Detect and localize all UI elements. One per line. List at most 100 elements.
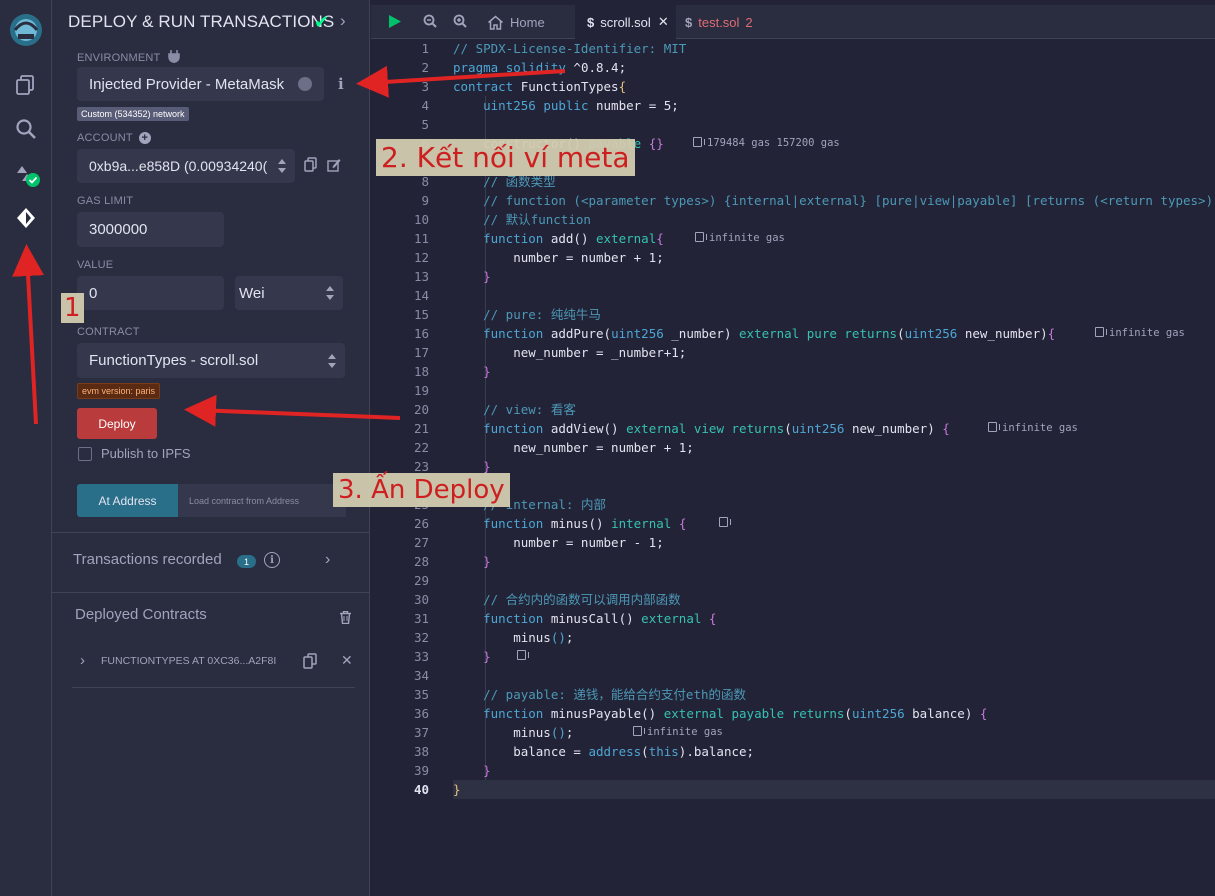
code-line: balance = address(this).balance; xyxy=(453,744,755,759)
code-line: } xyxy=(483,269,491,284)
trash-icon[interactable] xyxy=(340,611,351,624)
line-number: 21 xyxy=(413,421,429,436)
code-line: // view: 看客 xyxy=(483,402,576,417)
code-line: } xyxy=(483,554,491,569)
load-contract-address-input[interactable]: Load contract from Address xyxy=(178,484,346,517)
code-line: // pure: 纯纯牛马 xyxy=(483,307,601,322)
line-number: 22 xyxy=(413,440,429,455)
line-number: 33 xyxy=(413,649,429,664)
editor-tab-bar: Home $ scroll.sol ✕ $ test.sol 2 xyxy=(371,5,1215,39)
line-number: 37 xyxy=(413,725,429,740)
line-number: 35 xyxy=(413,687,429,702)
line-number: 29 xyxy=(413,573,429,588)
edit-icon[interactable] xyxy=(327,158,341,172)
copy-icon[interactable] xyxy=(304,157,317,172)
line-number: 15 xyxy=(413,307,429,322)
solidity-compiler-icon[interactable] xyxy=(0,152,52,196)
account-select[interactable]: 0xb9a...e858D (0.00934240( xyxy=(77,149,295,183)
account-label: ACCOUNT + xyxy=(77,132,151,144)
tab-scroll-sol[interactable]: $ scroll.sol ✕ xyxy=(575,5,676,39)
line-number: 12 xyxy=(413,250,429,265)
code-line: minus(); xyxy=(453,630,574,645)
annotation-step-1: 1 xyxy=(61,293,84,323)
gas-pump-icon xyxy=(988,422,1000,432)
run-icon[interactable] xyxy=(388,14,402,29)
tab-error-count: 2 xyxy=(745,14,753,30)
account-value: 0xb9a...e858D (0.00934240( xyxy=(89,158,268,174)
select-arrows-icon xyxy=(328,353,336,368)
code-line: number = number - 1; xyxy=(453,535,664,550)
code-line: uint256 public number = 5; xyxy=(483,98,679,113)
tab-home[interactable]: Home xyxy=(484,5,569,39)
select-toggle-icon xyxy=(298,77,312,91)
code-line: } xyxy=(483,364,491,379)
line-number: 32 xyxy=(413,630,429,645)
zoom-out-icon[interactable] xyxy=(423,14,437,28)
code-line: number = number + 1; xyxy=(453,250,664,265)
code-line: function minusPayable() external payable… xyxy=(483,706,988,721)
code-line: } xyxy=(483,763,491,778)
line-number: 28 xyxy=(413,554,429,569)
select-arrows-icon xyxy=(278,159,286,173)
line-number: 4 xyxy=(421,98,429,113)
gas-pump-icon xyxy=(693,137,705,147)
code-line: function addPure(uint256 _number) extern… xyxy=(483,326,1056,341)
search-icon[interactable] xyxy=(0,107,52,151)
environment-label: ENVIRONMENT xyxy=(77,50,180,64)
line-number: 30 xyxy=(413,592,429,607)
line-number: 2 xyxy=(421,60,429,75)
contract-value: FunctionTypes - scroll.sol xyxy=(89,352,259,369)
line-number: 14 xyxy=(413,288,429,303)
contract-select[interactable]: FunctionTypes - scroll.sol xyxy=(77,343,345,378)
divider xyxy=(72,687,355,688)
line-number: 9 xyxy=(421,193,429,208)
home-icon xyxy=(488,15,503,30)
value-unit-select[interactable]: Wei xyxy=(235,276,343,310)
transactions-count-badge: 1 xyxy=(237,555,256,568)
info-icon[interactable]: i xyxy=(338,75,344,93)
line-number: 36 xyxy=(413,706,429,721)
gas-limit-input[interactable]: 3000000 xyxy=(77,212,224,247)
value-input[interactable]: 0 xyxy=(77,276,224,310)
line-number: 1 xyxy=(421,41,429,56)
line-number: 18 xyxy=(413,364,429,379)
info-circle-icon[interactable]: i xyxy=(264,552,280,568)
gas-estimate-add: infinite gas xyxy=(695,229,785,248)
add-account-icon[interactable]: + xyxy=(138,132,151,144)
deployed-contracts-title: Deployed Contracts xyxy=(75,606,207,623)
gas-estimate-constructor: 179484 gas 157200 gas xyxy=(693,134,840,153)
publish-ipfs-checkbox[interactable] xyxy=(78,447,92,461)
divider xyxy=(52,532,370,533)
deploy-button[interactable]: Deploy xyxy=(77,408,157,439)
annotation-step-2: 2. Kết nối ví meta xyxy=(376,139,635,176)
panel-title: DEPLOY & RUN TRANSACTIONS xyxy=(68,12,335,31)
close-icon[interactable]: ✕ xyxy=(341,652,353,669)
line-number: 11 xyxy=(413,231,429,246)
line-number: 26 xyxy=(413,516,429,531)
chevron-right-icon[interactable]: › xyxy=(325,551,330,569)
tab-test-label: test.sol xyxy=(698,14,740,30)
gas-pump-icon xyxy=(517,650,529,660)
chevron-right-icon[interactable]: › xyxy=(80,652,85,669)
chevron-right-icon[interactable]: › xyxy=(340,11,346,31)
zoom-in-icon[interactable] xyxy=(453,14,467,28)
file-explorer-icon[interactable] xyxy=(0,63,52,107)
gas-pump-icon xyxy=(695,232,707,242)
environment-select[interactable]: Injected Provider - MetaMask xyxy=(77,67,324,101)
deployed-contract-item[interactable]: FUNCTIONTYPES AT 0XC36...A2F8I xyxy=(101,655,276,667)
annotation-step-3: 3. Ấn Deploy xyxy=(333,473,510,507)
close-icon[interactable]: ✕ xyxy=(658,14,669,30)
transactions-recorded-title[interactable]: Transactions recorded xyxy=(73,551,222,568)
solidity-file-icon: $ xyxy=(685,14,693,30)
value-unit: Wei xyxy=(239,284,265,302)
code-line: function minus() internal { xyxy=(483,516,687,531)
tab-test-sol[interactable]: $ test.sol 2 xyxy=(685,5,775,39)
remix-logo-icon[interactable] xyxy=(0,8,52,52)
deploy-run-icon[interactable] xyxy=(0,196,52,240)
gas-pump-icon xyxy=(1095,327,1107,337)
code-line: function add() external{ xyxy=(483,231,664,246)
gas-pump-icon xyxy=(719,517,731,527)
gas-estimate-addview: infinite gas xyxy=(988,419,1078,438)
at-address-button[interactable]: At Address xyxy=(77,484,178,517)
copy-icon[interactable] xyxy=(303,653,317,669)
